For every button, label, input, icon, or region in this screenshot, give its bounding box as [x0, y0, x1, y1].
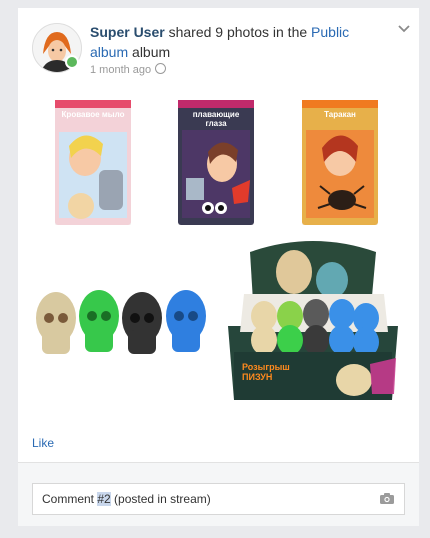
- photo-3-title: Таракан: [324, 110, 356, 119]
- photo-5[interactable]: Розыгрыш ПИЗУН: [220, 234, 406, 406]
- post-time[interactable]: 1 month ago: [90, 64, 151, 76]
- comment-bar: Comment #2 (posted in stream): [18, 462, 419, 526]
- action-text: shared 9 photos in the: [164, 24, 312, 40]
- globe-icon: [155, 63, 167, 74]
- activity-card: Super User shared 9 photos in the Public…: [18, 8, 419, 526]
- photo-2[interactable]: плавающие глаза: [178, 100, 254, 225]
- comment-input[interactable]: Comment #2 (posted in stream): [32, 483, 405, 515]
- album-suffix: album: [128, 44, 171, 60]
- display-box-label: Розыгрыш ПИЗУН: [242, 362, 290, 382]
- post-header: Super User shared 9 photos in the Public…: [18, 8, 419, 88]
- user-name-link[interactable]: Super User: [90, 24, 165, 40]
- photo-3[interactable]: Таракан: [302, 100, 378, 225]
- camera-icon[interactable]: [380, 493, 394, 504]
- online-status-dot: [65, 55, 79, 69]
- photo-2-title: плавающие глаза: [192, 110, 240, 128]
- like-link[interactable]: Like: [32, 436, 54, 450]
- post-headline: Super User shared 9 photos in the Public…: [90, 22, 390, 62]
- comment-text-after: (posted in stream): [110, 492, 211, 506]
- photo-1-title: Кровавое мыло: [61, 110, 125, 119]
- photo-4[interactable]: [32, 278, 212, 368]
- comment-highlight: #2: [97, 492, 111, 506]
- comment-text-before: Comment: [42, 492, 98, 506]
- photo-1[interactable]: Кровавое мыло: [55, 100, 131, 225]
- chevron-down-icon[interactable]: [397, 22, 411, 36]
- post-meta: 1 month ago: [90, 62, 167, 76]
